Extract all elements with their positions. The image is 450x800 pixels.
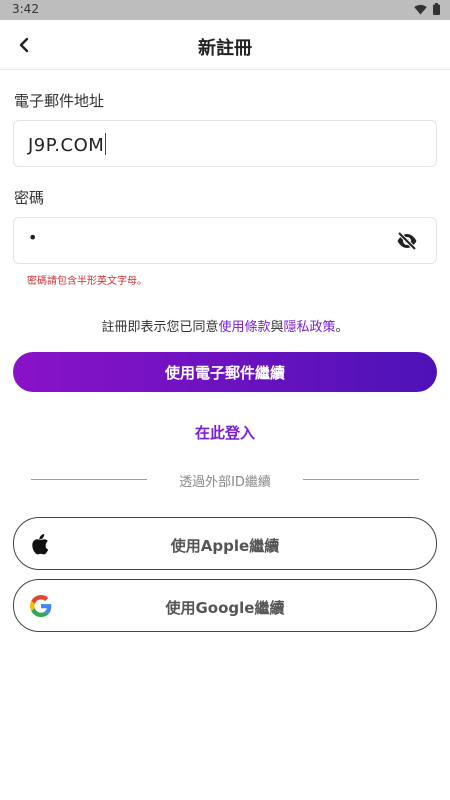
eye-off-icon: [397, 231, 417, 251]
wifi-icon: [414, 4, 427, 14]
text-caret: [105, 133, 107, 155]
terms-joiner: 與: [270, 320, 284, 335]
continue-with-google-label: 使用Google繼續: [165, 599, 285, 617]
terms-suffix: 。: [335, 320, 349, 335]
terms-notice: 註冊即表示您已同意使用條款與隱私政策。: [0, 316, 450, 335]
continue-with-apple-label: 使用Apple繼續: [170, 537, 280, 555]
password-input-value: •: [28, 228, 38, 247]
continue-with-apple-button[interactable]: 使用Apple繼續: [13, 517, 437, 570]
email-field[interactable]: J9P.COM: [13, 120, 437, 167]
status-bar: 3:42: [0, 0, 450, 20]
login-link[interactable]: 在此登入: [0, 422, 450, 443]
battery-icon: [433, 3, 440, 15]
divider-line-right: [303, 479, 419, 480]
external-id-divider-text: 透過外部ID繼續: [179, 475, 271, 490]
email-label: 電子郵件地址: [14, 92, 105, 110]
app-header: 新註冊: [0, 20, 450, 70]
continue-with-email-button[interactable]: 使用電子郵件繼續: [13, 352, 437, 392]
email-input-value: J9P.COM: [28, 133, 107, 156]
toggle-password-visibility-button[interactable]: [396, 231, 418, 251]
status-icons: [414, 3, 440, 15]
continue-with-google-button[interactable]: 使用Google繼續: [13, 579, 437, 632]
password-field[interactable]: •: [13, 217, 437, 264]
terms-of-use-link[interactable]: 使用條款: [218, 320, 270, 335]
privacy-policy-link[interactable]: 隱私政策: [284, 320, 336, 335]
page-title: 新註冊: [198, 38, 252, 59]
status-time: 3:42: [12, 2, 39, 16]
password-label: 密碼: [14, 189, 45, 207]
password-error-message: 密碼請包含半形英文字母。: [27, 276, 147, 287]
continue-with-email-label: 使用電子郵件繼續: [164, 363, 285, 382]
terms-prefix: 註冊即表示您已同意: [101, 320, 219, 335]
